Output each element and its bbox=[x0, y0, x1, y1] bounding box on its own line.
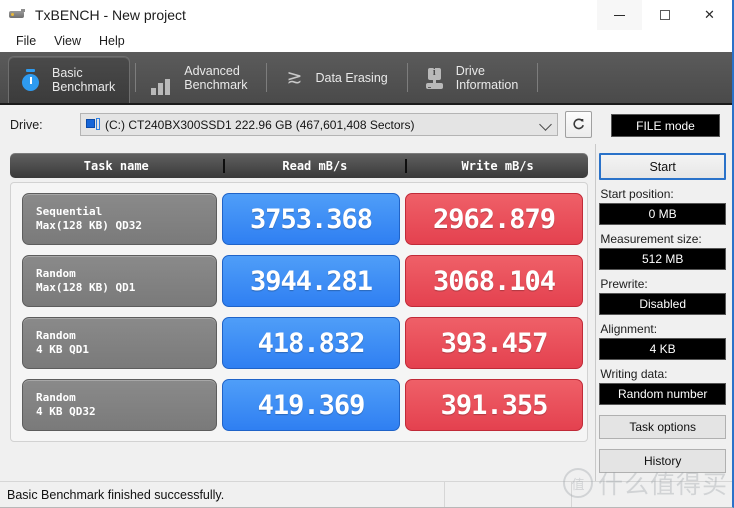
app-drive-icon bbox=[8, 7, 26, 23]
window-controls: ✕ bbox=[597, 0, 732, 30]
task-name-line2: 4 KB QD32 bbox=[36, 405, 96, 418]
tab-separator-4 bbox=[537, 63, 539, 92]
settings-pane: Start Start position: 0 MB Measurement s… bbox=[595, 144, 732, 507]
minimize-icon bbox=[614, 14, 625, 16]
benchmark-pane: Task name Read mB/s Write mB/s Sequentia… bbox=[0, 144, 595, 482]
minimize-button[interactable] bbox=[597, 0, 642, 30]
drive-select[interactable]: (C:) CT240BX300SSD1 222.96 GB (467,601,4… bbox=[80, 113, 558, 136]
tab-data-erasing[interactable]: ≳ Data Erasing bbox=[272, 52, 401, 103]
read-value: 3944.281 bbox=[222, 255, 400, 307]
measurement-size-value[interactable]: 512 MB bbox=[599, 248, 726, 270]
status-divider-2 bbox=[571, 482, 572, 507]
column-header-task-name: Task name bbox=[83, 158, 149, 173]
pane-divider bbox=[595, 144, 597, 507]
table-row: Random 4 KB QD1 418.832 393.457 bbox=[11, 312, 587, 374]
maximize-icon bbox=[659, 10, 670, 20]
menu-item-help[interactable]: Help bbox=[91, 32, 133, 50]
writing-data-value[interactable]: Random number bbox=[599, 383, 726, 405]
stopwatch-icon bbox=[19, 67, 43, 93]
tab-advanced-benchmark-label: Advanced Benchmark bbox=[184, 64, 247, 92]
menu-item-file[interactable]: File bbox=[8, 32, 44, 50]
drive-select-value: (C:) CT240BX300SSD1 222.96 GB (467,601,4… bbox=[105, 117, 415, 132]
status-divider-1 bbox=[444, 482, 445, 507]
start-position-value[interactable]: 0 MB bbox=[599, 203, 726, 225]
task-options-button[interactable]: Task options bbox=[599, 415, 726, 439]
tab-advanced-line1: Advanced bbox=[184, 63, 240, 78]
measurement-size-label: Measurement size: bbox=[600, 232, 702, 246]
start-position-label: Start position: bbox=[600, 187, 674, 201]
writing-data-label: Writing data: bbox=[600, 367, 668, 381]
task-name-line1: Random bbox=[36, 391, 76, 404]
close-icon: ✕ bbox=[704, 7, 715, 22]
tab-basic-benchmark[interactable]: Basic Benchmark bbox=[8, 56, 131, 103]
status-bar: Basic Benchmark finished successfully. bbox=[0, 481, 732, 507]
task-name-line2: Max(128 KB) QD32 bbox=[36, 219, 142, 232]
table-row: Random 4 KB QD32 419.369 391.355 bbox=[11, 374, 587, 436]
menu-bar: File View Help bbox=[0, 30, 732, 52]
read-value: 419.369 bbox=[222, 379, 400, 431]
history-button[interactable]: History bbox=[599, 449, 726, 473]
benchmark-rows: Sequential Max(128 KB) QD32 3753.368 296… bbox=[10, 182, 588, 442]
refresh-button[interactable] bbox=[565, 111, 592, 138]
task-name-line2: 4 KB QD1 bbox=[36, 343, 89, 356]
task-name-cell[interactable]: Random 4 KB QD1 bbox=[22, 317, 217, 369]
tab-drive-information-label: Drive Information bbox=[456, 64, 519, 92]
tab-data-erasing-label: Data Erasing bbox=[315, 70, 388, 85]
write-value: 393.457 bbox=[405, 317, 583, 369]
write-value: 2962.879 bbox=[405, 193, 583, 245]
tab-advanced-line2: Benchmark bbox=[184, 77, 248, 92]
title-bar: TxBENCH - New project ✕ bbox=[0, 0, 732, 30]
task-name-line1: Sequential bbox=[36, 205, 103, 218]
read-value: 418.832 bbox=[222, 317, 400, 369]
main-content: Task name Read mB/s Write mB/s Sequentia… bbox=[0, 144, 732, 507]
disk-icon bbox=[85, 117, 101, 132]
alignment-label: Alignment: bbox=[600, 322, 658, 336]
table-row: Sequential Max(128 KB) QD32 3753.368 296… bbox=[11, 188, 587, 250]
read-value: 3753.368 bbox=[222, 193, 400, 245]
start-button[interactable]: Start bbox=[599, 153, 726, 180]
alignment-value[interactable]: 4 KB bbox=[599, 338, 726, 360]
task-name-line1: Random bbox=[36, 267, 76, 280]
wave-icon: ≳ bbox=[286, 66, 303, 88]
tab-drive-line2: Information bbox=[455, 77, 519, 92]
tab-basic-line2: Benchmark bbox=[52, 80, 116, 94]
write-value: 391.355 bbox=[405, 379, 583, 431]
tab-separator-3 bbox=[406, 63, 408, 92]
tab-drive-information[interactable]: Drive Information bbox=[413, 52, 533, 103]
task-name-cell[interactable]: Random Max(128 KB) QD1 bbox=[22, 255, 217, 307]
task-name-cell[interactable]: Sequential Max(128 KB) QD32 bbox=[22, 193, 217, 245]
refresh-icon bbox=[573, 118, 584, 130]
bar-chart-icon bbox=[151, 61, 175, 95]
chevron-down-icon bbox=[539, 117, 552, 131]
prewrite-label: Prewrite: bbox=[600, 277, 648, 291]
maximize-button[interactable] bbox=[642, 0, 687, 30]
write-value: 3068.104 bbox=[405, 255, 583, 307]
column-header-write: Write mB/s bbox=[461, 158, 534, 173]
tab-basic-line1: Basic bbox=[52, 66, 83, 80]
table-header: Task name Read mB/s Write mB/s bbox=[10, 153, 588, 178]
tab-advanced-benchmark[interactable]: Advanced Benchmark bbox=[141, 52, 261, 103]
tab-separator-2 bbox=[266, 63, 268, 92]
txbench-window: TxBENCH - New project ✕ File View Help B… bbox=[0, 0, 734, 508]
task-name-line2: Max(128 KB) QD1 bbox=[36, 281, 136, 294]
status-message: Basic Benchmark finished successfully. bbox=[7, 487, 225, 502]
tab-separator-1 bbox=[135, 63, 137, 92]
tab-drive-line1: Drive bbox=[455, 63, 485, 78]
task-name-cell[interactable]: Random 4 KB QD32 bbox=[22, 379, 217, 431]
task-name-line1: Random bbox=[36, 329, 76, 342]
column-header-read: Read mB/s bbox=[282, 158, 348, 173]
prewrite-value[interactable]: Disabled bbox=[599, 293, 726, 315]
table-row: Random Max(128 KB) QD1 3944.281 3068.104 bbox=[11, 250, 587, 312]
file-mode-button[interactable]: FILE mode bbox=[611, 114, 720, 137]
menu-item-view[interactable]: View bbox=[46, 32, 89, 50]
window-title: TxBENCH - New project bbox=[35, 7, 186, 23]
drive-label: Drive: bbox=[10, 117, 43, 132]
tab-strip: Basic Benchmark Advanced Benchmark ≳ Dat… bbox=[0, 52, 732, 105]
close-button[interactable]: ✕ bbox=[687, 0, 732, 30]
tab-basic-benchmark-label: Basic Benchmark bbox=[52, 66, 115, 94]
drive-info-icon bbox=[423, 65, 447, 91]
